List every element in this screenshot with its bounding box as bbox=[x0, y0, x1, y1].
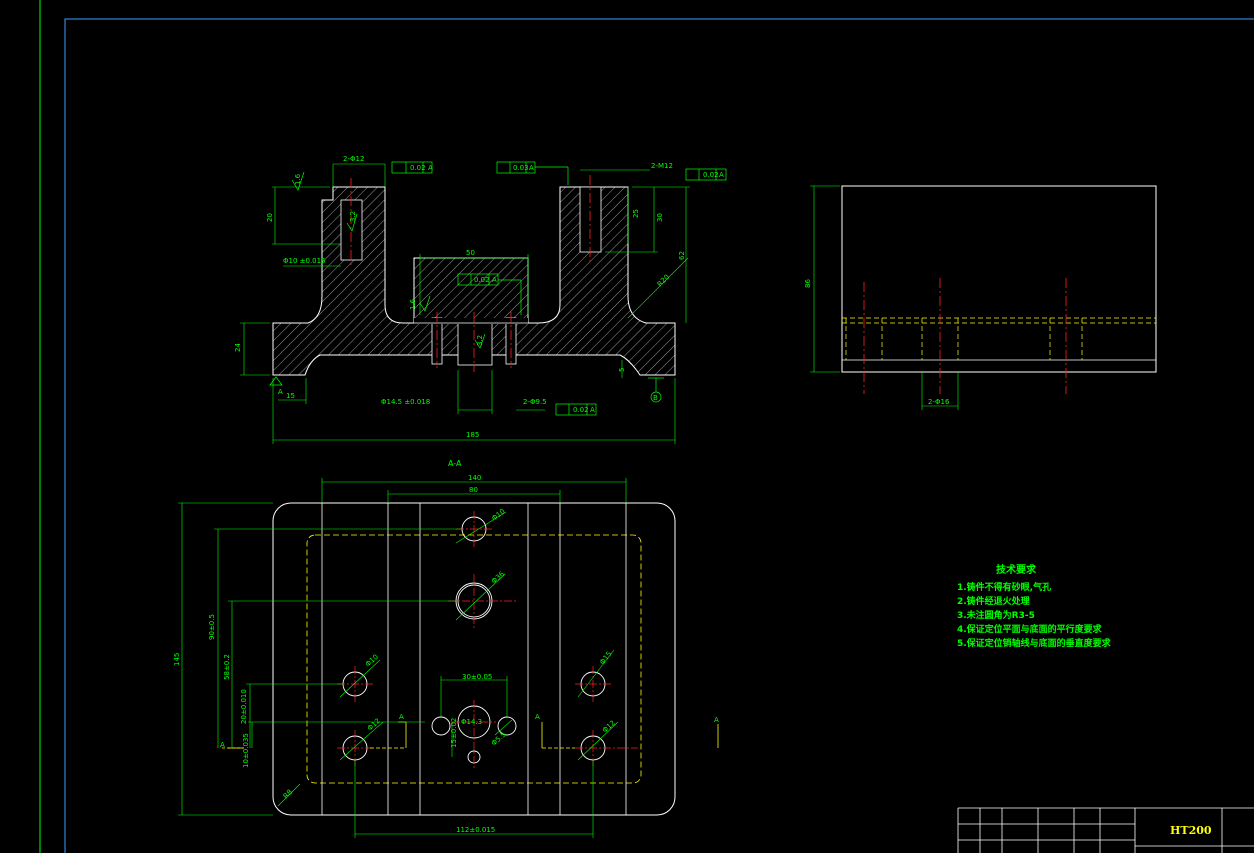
dim-2-phi12: 2-Φ12 bbox=[343, 155, 364, 163]
dim-30: 30 bbox=[656, 213, 664, 222]
dim-5: 5 bbox=[618, 368, 626, 372]
drawing-frame bbox=[39, 0, 1254, 853]
dim-185: 185 bbox=[466, 431, 479, 439]
dim-62: 62 bbox=[678, 251, 686, 260]
datum-ref-a-3: A bbox=[719, 171, 724, 179]
tol-perp-bottom: 0.02 bbox=[573, 406, 589, 414]
dim-15: 15±0.02 bbox=[450, 718, 458, 748]
dim-2-phi9-5: 2-Φ9.5 bbox=[523, 398, 547, 406]
dim-30: 30±0.05 bbox=[462, 673, 492, 681]
tol-par-mid: 0.02 bbox=[474, 276, 490, 284]
cut-mark-a-left: A bbox=[399, 713, 404, 721]
roughness-left: 1.6 bbox=[294, 173, 302, 185]
dim-2-phi16: 2-Φ16 bbox=[928, 398, 950, 406]
cut-mark-a-far-left: A bbox=[220, 741, 225, 749]
roughness-bore: 3.2 bbox=[349, 211, 357, 222]
tol-perp-left: 0.02 bbox=[410, 164, 426, 172]
material-label: HT200 bbox=[1170, 824, 1212, 837]
dim-80: 80 bbox=[469, 486, 478, 494]
tech-req-item-5: 5.保证定位销轴线与底面的垂直度要求 bbox=[957, 637, 1112, 649]
tech-req-item-1: 1.铸件不得有砂眼,气孔 bbox=[957, 581, 1051, 593]
side-view: 86 2-Φ16 bbox=[804, 185, 1157, 410]
tech-req-item-2: 2.铸件经退火处理 bbox=[957, 595, 1030, 607]
tol-par-top: 0.03 bbox=[513, 164, 529, 172]
dim-112: 112±0.015 bbox=[456, 826, 495, 834]
dim-phi12-right: Φ12 bbox=[601, 719, 617, 735]
datum-ref-a-2: A bbox=[529, 164, 534, 172]
roughness-mid: 1.6 bbox=[409, 298, 417, 310]
technical-requirements: 技术要求 1.铸件不得有砂眼,气孔 2.铸件经退火处理 3.未注圆角为R3-5 … bbox=[957, 563, 1112, 649]
datum-ref-a-5: A bbox=[590, 406, 595, 414]
dim-20: 20±0.010 bbox=[240, 689, 248, 724]
tech-req-item-4: 4.保证定位平面与底面的平行度要求 bbox=[957, 623, 1103, 635]
dim-58: 58±0.2 bbox=[223, 654, 231, 680]
dim-86: 86 bbox=[804, 279, 812, 288]
tech-req-item-3: 3.未注圆角为R3-5 bbox=[957, 609, 1035, 621]
dim-145: 145 bbox=[173, 653, 181, 666]
dim-phi10-top: Φ10 bbox=[490, 507, 506, 522]
dim-2-m12: 2-M12 bbox=[651, 162, 673, 170]
dim-phi5-5: Φ5.5 bbox=[490, 730, 508, 747]
tol-perp-right: 0.02 bbox=[703, 171, 719, 179]
cut-mark-a-right: A bbox=[535, 713, 540, 721]
dim-r20: R20 bbox=[656, 273, 671, 288]
dim-phi10-left: Φ10 bbox=[364, 653, 380, 669]
plan-view: A-A 140 80 145 90±0.5 58±0.2 20±0.010 10… bbox=[173, 459, 719, 838]
datum-b-label: B bbox=[653, 394, 658, 402]
datum-ref-a-4: A bbox=[492, 276, 497, 284]
front-section-view: 2-Φ12 2-M12 0.02 0.03 0.02 0.02 0.02 A A… bbox=[234, 155, 727, 444]
cut-mark-a-far-right: A bbox=[714, 716, 719, 724]
roughness-hole: 3.2 bbox=[476, 335, 484, 346]
dim-140: 140 bbox=[468, 474, 481, 482]
dim-50: 50 bbox=[466, 249, 475, 257]
datum-ref-a-1: A bbox=[428, 164, 433, 172]
datum-a-label: A bbox=[278, 388, 283, 396]
dim-90: 90±0.5 bbox=[208, 614, 216, 640]
dim-24: 24 bbox=[234, 343, 242, 352]
tech-req-title: 技术要求 bbox=[996, 563, 1037, 576]
dim-20: 20 bbox=[266, 213, 274, 222]
dim-25: 25 bbox=[632, 209, 640, 218]
dim-phi15-right: Φ15 bbox=[598, 650, 613, 666]
dim-r8: R8 bbox=[282, 788, 294, 800]
dim-phi36: Φ36 bbox=[490, 570, 506, 586]
dim-10: 10±0.035 bbox=[242, 733, 250, 768]
dim-15: 15 bbox=[286, 392, 295, 400]
dim-phi14-5: Φ14.5 ±0.018 bbox=[381, 398, 430, 406]
cad-drawing-canvas: 2-Φ12 2-M12 0.02 0.03 0.02 0.02 0.02 A A… bbox=[39, 0, 1254, 853]
dim-phi10: Φ10 ±0.015 bbox=[283, 257, 326, 265]
dim-phi14-3: Φ14.3 bbox=[461, 718, 482, 726]
section-label: A-A bbox=[448, 459, 462, 468]
